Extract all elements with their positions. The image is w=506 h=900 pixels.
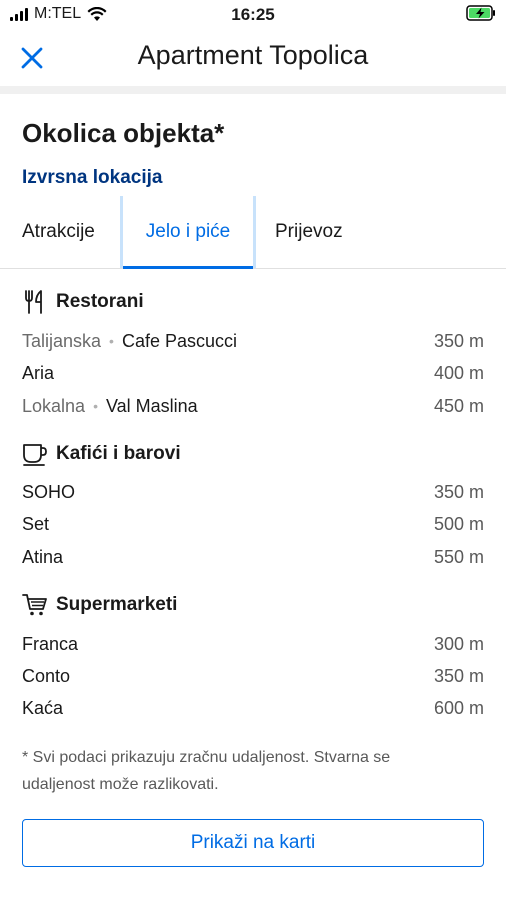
tab-bar: Atrakcije Jelo i piće Prijevoz <box>0 196 506 269</box>
header-divider <box>0 86 506 94</box>
list-item: Lokalna • Val Maslina 450 m <box>22 391 484 421</box>
place-name: Set <box>22 513 50 534</box>
place-name: Franca <box>22 633 79 654</box>
category-restaurants: Restorani <box>22 289 144 315</box>
list-item: Franca 300 m <box>22 629 484 659</box>
distance: 600 m <box>433 697 484 718</box>
distance: 350 m <box>433 330 484 351</box>
place-name: Kaća <box>22 697 64 718</box>
cutlery-icon <box>25 290 42 314</box>
distance: 450 m <box>433 395 484 416</box>
place-name: SOHO <box>22 481 76 502</box>
place-name: Atina <box>22 546 64 567</box>
show-on-map-button[interactable]: Prikaži na karti <box>22 819 484 867</box>
category-supermarkets: Supermarketi <box>22 592 177 618</box>
separator-dot: • <box>93 398 98 414</box>
status-time: 16:25 <box>231 5 275 24</box>
tab-transport[interactable]: Prijevoz <box>275 196 375 268</box>
page-title: Apartment Topolica <box>137 40 369 70</box>
cuisine-tag: Talijanska <box>22 330 102 351</box>
separator-dot: • <box>109 333 114 349</box>
place-name: Conto <box>22 665 71 686</box>
list-item: Conto 350 m <box>22 661 484 691</box>
tab-attractions[interactable]: Atrakcije <box>22 196 118 268</box>
tab-food-drink[interactable]: Jelo i piće <box>120 196 256 269</box>
shopping-cart-icon <box>22 594 47 616</box>
category-cafes-bars: Kafići i barovi <box>22 441 181 467</box>
distance: 500 m <box>433 513 484 534</box>
coffee-cup-icon <box>23 444 47 466</box>
list-item: Atina 550 m <box>22 542 484 572</box>
list-item: Aria 400 m <box>22 358 484 388</box>
section-title: Okolica objekta* <box>22 118 225 148</box>
category-title: Supermarketi <box>56 594 178 615</box>
status-bar: M:TEL 16:25 <box>0 0 506 30</box>
battery-charging-icon <box>466 5 495 21</box>
distance: 550 m <box>433 546 484 567</box>
list-item: Talijanska • Cafe Pascucci 350 m <box>22 326 484 356</box>
place-name: Cafe Pascucci <box>121 330 238 351</box>
cuisine-tag: Lokalna <box>22 395 86 416</box>
place-name: Aria <box>22 362 55 383</box>
list-item: Set 500 m <box>22 509 484 539</box>
distance: 350 m <box>433 665 484 686</box>
distance: 300 m <box>433 633 484 654</box>
distance: 350 m <box>433 481 484 502</box>
distance-footnote: * Svi podaci prikazuju zračnu udaljenost… <box>22 749 391 793</box>
category-title: Restorani <box>56 291 144 312</box>
distance: 400 m <box>433 362 484 383</box>
location-rating-link[interactable]: Izvrsna lokacija <box>22 167 162 189</box>
header: Apartment Topolica <box>0 30 506 86</box>
category-title: Kafići i barovi <box>56 443 181 464</box>
list-item: Kaća 600 m <box>22 693 484 723</box>
list-item: SOHO 350 m <box>22 477 484 507</box>
place-name: Val Maslina <box>105 395 198 416</box>
